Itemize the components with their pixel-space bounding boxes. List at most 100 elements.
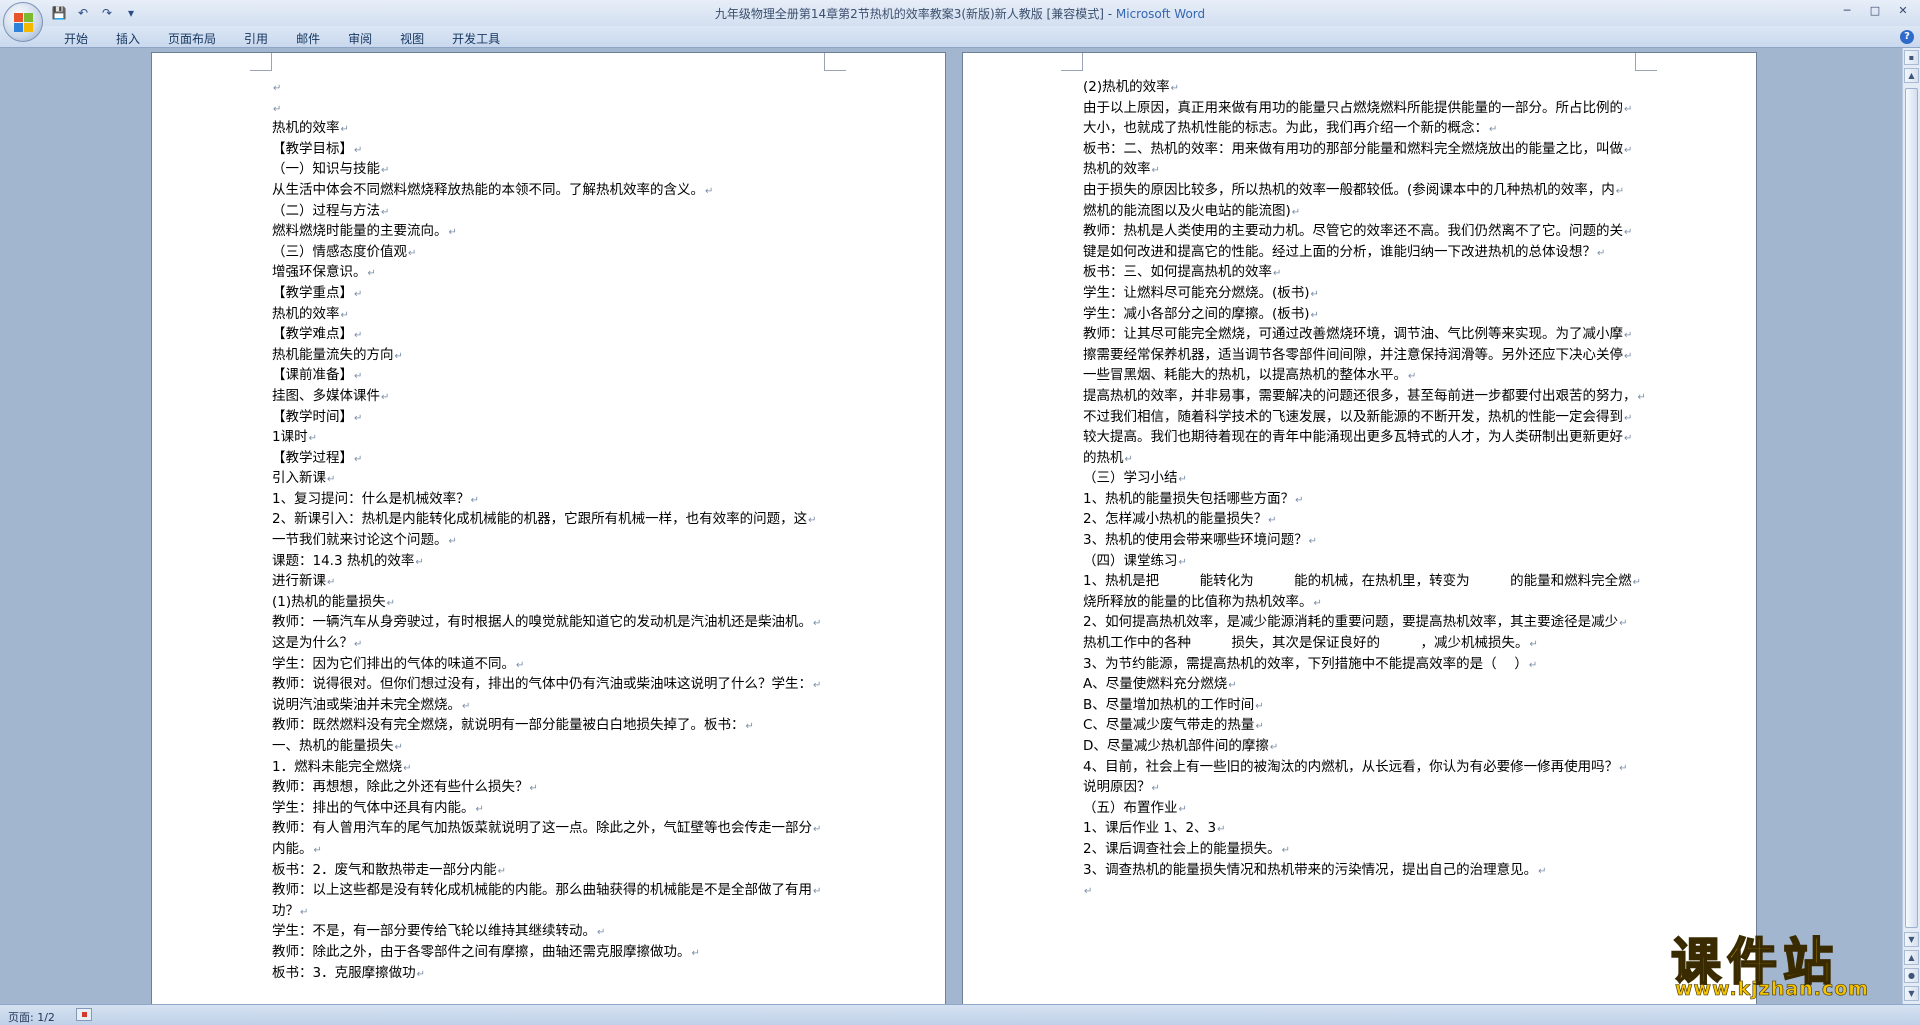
paragraph-mark-icon: ↵ xyxy=(1624,227,1633,239)
paragraph-mark-icon: ↵ xyxy=(1273,268,1282,280)
office-button[interactable] xyxy=(3,2,43,42)
close-button[interactable]: ✕ xyxy=(1890,2,1916,19)
tab-mailings[interactable]: 邮件 xyxy=(284,29,332,47)
ruler-toggle-icon[interactable]: ▪ xyxy=(1904,50,1919,65)
paragraph-line: 教师：既然燃料没有完全燃烧，就说明有一部分能量被白白地损失掉了。板书：↵ xyxy=(272,715,832,736)
paragraph-line: 教师：一辆汽车从身旁驶过，有时根据人的嗅觉就能知道它的发动机是汽油机还是柴油机。… xyxy=(272,612,832,633)
paragraph-line: 不过我们相信，随着科学技术的飞速发展，以及新能源的不断开发，热机的性能一定会得到… xyxy=(1083,407,1643,428)
paragraph-mark-icon: ↵ xyxy=(386,597,396,609)
paragraph-mark-icon: ↵ xyxy=(813,886,822,898)
paragraph-mark-icon: ↵ xyxy=(394,350,403,362)
paragraph-line: 一些冒黑烟、耗能大的热机，以提高热机的整体水平。↵ xyxy=(1083,365,1643,386)
paragraph-mark-icon: ↵ xyxy=(273,83,282,94)
paragraph-line: 1．燃料未能完全燃烧↵ xyxy=(272,757,832,778)
paragraph-text: （二）过程与方法 xyxy=(272,202,380,219)
paragraph-mark-icon: ↵ xyxy=(1268,515,1277,527)
document-page-2[interactable]: (2)热机的效率↵ 由于以上原因，真正用来做有用功的能量只占燃烧燃料所能提供能量的… xyxy=(962,52,1757,1004)
crop-mark xyxy=(824,53,846,71)
paragraph-mark-icon: ↵ xyxy=(813,680,822,692)
paragraph-mark-icon: ↵ xyxy=(354,288,363,300)
tab-insert[interactable]: 插入 xyxy=(104,29,152,47)
paragraph-text: （五）布置作业 xyxy=(1083,799,1178,816)
watermark-url: www.kjzhan.com xyxy=(1675,978,1870,1001)
crop-mark xyxy=(250,53,272,71)
paragraph-line: 【教学难点】↵ xyxy=(272,324,832,345)
tab-home[interactable]: 开始 xyxy=(52,29,100,47)
paragraph-mark-icon: ↵ xyxy=(327,474,336,486)
paragraph-text: （一）知识与技能 xyxy=(272,161,380,178)
paragraph-mark-icon: ↵ xyxy=(1619,618,1628,630)
paragraph-mark-icon: ↵ xyxy=(1615,185,1625,197)
paragraph-line: （五）布置作业↵ xyxy=(1083,798,1643,819)
paragraph-text: 热机工作中的各种 损失，其次是保证良好的 ，减少机械损失。 xyxy=(1083,635,1529,652)
paragraph-mark-icon: ↵ xyxy=(1624,103,1633,115)
paragraph-line: 热机工作中的各种 损失，其次是保证良好的 ，减少机械损失。↵ xyxy=(1083,633,1643,654)
scroll-thumb[interactable] xyxy=(1905,88,1918,928)
paragraph-line: 较大提高。我们也期待着现在的青年中能涌现出更多瓦特式的人才，为人类研制出更新更好… xyxy=(1083,427,1643,448)
paragraph-mark-icon: ↵ xyxy=(1151,783,1160,795)
document-area[interactable]: ↵ ↵ 热机的效率↵ 【教学目标】↵ （一）知识与技能↵ 从生活中体会不同燃料燃烧释放热能… xyxy=(0,48,1902,1004)
paragraph-text: 教师：既然燃料没有完全燃烧，就说明有一部分能量被白白地损失掉了。板书： xyxy=(272,717,745,734)
minimize-button[interactable]: ─ xyxy=(1834,2,1860,19)
paragraph-line: 增强环保意识。↵ xyxy=(272,262,832,283)
tab-page-layout[interactable]: 页面布局 xyxy=(156,29,228,47)
proofing-status-icon[interactable] xyxy=(76,1008,92,1021)
paragraph-mark-icon: ↵ xyxy=(403,762,412,774)
scroll-up-icon[interactable]: ▲ xyxy=(1904,68,1919,83)
help-icon[interactable]: ? xyxy=(1900,30,1914,44)
paragraph-text: 1、复习提问：什么是机械效率？ xyxy=(272,490,470,507)
paragraph-line: 4、目前，社会上有一些旧的被淘汰的内燃机，从长远看，你认为有必要修一修再使用吗？… xyxy=(1083,757,1643,778)
paragraph-mark-icon: ↵ xyxy=(1624,330,1633,342)
paragraph-line: 学生：排出的气体中还具有内能。↵ xyxy=(272,798,832,819)
paragraph-line: 教师：让其尽可能完全燃烧，可通过改善燃烧环境，调节油、气比例等来实现。为了减小摩… xyxy=(1083,324,1643,345)
paragraph-line: 学生：因为它们排出的气体的味道不同。↵ xyxy=(272,654,832,675)
paragraph-text: 键是如何改进和提高它的性能。经过上面的分析，谁能归纳一下改进热机的总体设想？ xyxy=(1083,243,1596,260)
paragraph-line: （三）情感态度价值观↵ xyxy=(272,242,832,263)
paragraph-text: 引入新课 xyxy=(272,470,326,487)
paragraph-line: 3、热机的使用会带来哪些环境问题？↵ xyxy=(1083,530,1643,551)
page-count[interactable]: 页面: 1/2 xyxy=(8,1009,55,1025)
maximize-button[interactable]: □ xyxy=(1862,2,1888,19)
paragraph-text: C、尽量减少废气带走的热量 xyxy=(1083,717,1255,734)
document-page-1[interactable]: ↵ ↵ 热机的效率↵ 【教学目标】↵ （一）知识与技能↵ 从生活中体会不同燃料燃烧释放热能… xyxy=(151,52,946,1004)
paragraph-line: 热机的效率↵ xyxy=(272,304,832,325)
paragraph-line: 1课时↵ xyxy=(272,427,832,448)
paragraph-line: B、尽量增加热机的工作时间↵ xyxy=(1083,695,1643,716)
paragraph-text: 挂图、多媒体课件 xyxy=(272,387,380,404)
paragraph-line: 说明原因？↵ xyxy=(1083,777,1643,798)
paragraph-text: 教师：再想想，除此之外还有些什么损失？ xyxy=(272,779,529,796)
paragraph-line: 3、调查热机的能量损失情况和热机带来的污染情况，提出自己的治理意见。↵ xyxy=(1083,860,1643,881)
paragraph-text: 由于损失的原因比较多，所以热机的效率一般都较低。(参阅课本中的几种热机的效率，内 xyxy=(1083,181,1615,198)
paragraph-line: 烧所释放的能量的比值称为热机效率。↵ xyxy=(1083,592,1643,613)
tab-review[interactable]: 审阅 xyxy=(336,29,384,47)
paragraph-text: 的热机 xyxy=(1083,449,1124,466)
paragraph-line: 【教学过程】↵ xyxy=(272,448,832,469)
paragraph-mark-icon: ↵ xyxy=(813,824,822,836)
tab-developer[interactable]: 开发工具 xyxy=(440,29,512,47)
paragraph-text: 由于以上原因，真正用来做有用功的能量只占燃烧燃料所能提供能量的一部分。所占比例的 xyxy=(1083,99,1623,116)
paragraph-line: 键是如何改进和提高它的性能。经过上面的分析，谁能归纳一下改进热机的总体设想？↵ xyxy=(1083,242,1643,263)
paragraph-text: 擦需要经常保养机器，适当调节各零部件间间隙，并注意保持润滑等。另外还应下决心关停 xyxy=(1083,346,1623,363)
paragraph-line: 由于以上原因，真正用来做有用功的能量只占燃烧燃料所能提供能量的一部分。所占比例的… xyxy=(1083,98,1643,119)
paragraph-text: 教师：除此之外，由于各零部件之间有摩擦，曲轴还需克服摩擦做功。 xyxy=(272,943,691,960)
paragraph-mark-icon: ↵ xyxy=(327,577,336,589)
paragraph-mark-icon: ↵ xyxy=(470,494,479,506)
paragraph-line: 学生：让燃料尽可能充分燃烧。(板书)↵ xyxy=(1083,283,1643,304)
paragraph-text: 内能。 xyxy=(272,840,313,857)
vertical-scrollbar[interactable]: ▪ ▲ ▼ ▲ ● ▼ xyxy=(1902,48,1920,1004)
paragraph-mark-icon: ↵ xyxy=(1597,247,1606,259)
paragraph-text: 学生：因为它们排出的气体的味道不同。 xyxy=(272,655,515,672)
paragraph-mark-icon: ↵ xyxy=(1624,433,1633,445)
paragraph-line: 1、复习提问：什么是机械效率？↵ xyxy=(272,489,832,510)
paragraph-text: 学生：减小各部分之间的摩擦。(板书) xyxy=(1083,305,1310,322)
paragraph-mark-icon: ↵ xyxy=(705,185,714,197)
tab-references[interactable]: 引用 xyxy=(232,29,280,47)
tab-view[interactable]: 视图 xyxy=(388,29,436,47)
paragraph-mark-icon: ↵ xyxy=(1632,577,1641,589)
status-bar: 页面: 1/2 xyxy=(0,1004,1920,1025)
paragraph-text: 1、热机的能量损失包括哪些方面？ xyxy=(1083,490,1295,507)
paragraph-line: 2、课后调查社会上的能量损失。↵ xyxy=(1083,839,1643,860)
paragraph-mark-icon: ↵ xyxy=(1217,824,1226,836)
paragraph-line: 这是为什么？↵ xyxy=(272,633,832,654)
paragraph-text: （四）课堂练习 xyxy=(1083,552,1178,569)
